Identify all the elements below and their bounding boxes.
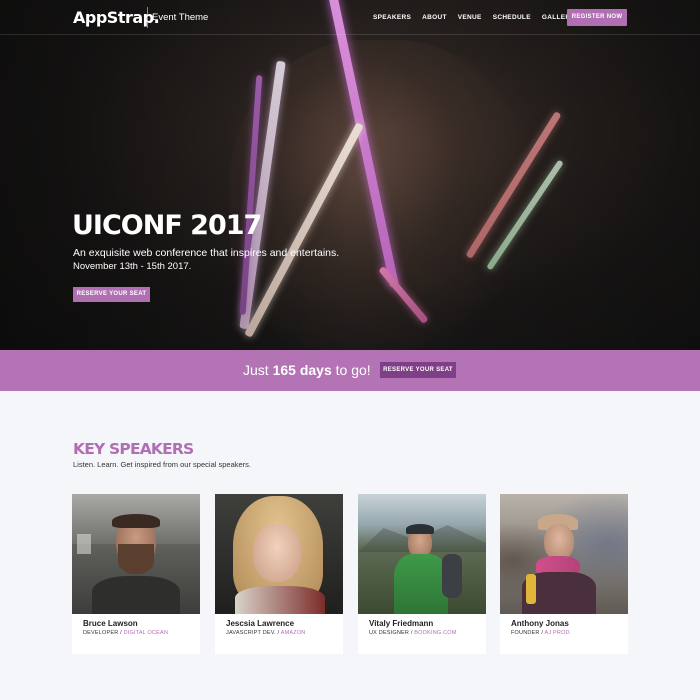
speaker-name: Bruce Lawson bbox=[83, 619, 138, 628]
speaker-card[interactable]: Jescsia Lawrence JAVASCRIPT DEV. / AMAZO… bbox=[215, 494, 343, 654]
countdown-bar: Just 165 days to go! bbox=[0, 350, 700, 391]
speaker-photo bbox=[72, 494, 200, 614]
speaker-company-link[interactable]: AMAZON bbox=[281, 630, 306, 636]
nav-link-speakers[interactable]: SPEAKERS bbox=[373, 14, 411, 21]
speaker-name: Vitaly Friedmann bbox=[369, 619, 434, 628]
speaker-photo bbox=[215, 494, 343, 614]
nav-link-venue[interactable]: VENUE bbox=[458, 14, 482, 21]
nav-links: SPEAKERS ABOUT VENUE SCHEDULE GALLERY bbox=[373, 14, 586, 21]
speaker-role: UX DESIGNER / BOOKING.COM bbox=[369, 630, 457, 636]
speaker-role: FOUNDER / AJ PROD. bbox=[511, 630, 571, 636]
speaker-title: DEVELOPER / bbox=[83, 630, 124, 636]
speaker-title: JAVASCRIPT DEV. / bbox=[226, 630, 281, 636]
countdown-reserve-button[interactable]: RESERVE YOUR SEAT bbox=[380, 362, 456, 378]
brand-subtitle: Event Theme bbox=[152, 12, 209, 23]
speaker-card[interactable]: Bruce Lawson DEVELOPER / DIGITAL OCEAN bbox=[72, 494, 200, 654]
speaker-company-link[interactable]: DIGITAL OCEAN bbox=[124, 630, 168, 636]
speaker-photo bbox=[500, 494, 628, 614]
top-navbar: AppStrap. Event Theme SPEAKERS ABOUT VEN… bbox=[0, 0, 700, 35]
speaker-photo bbox=[358, 494, 486, 614]
speakers-title: KEY SPEAKERS bbox=[73, 440, 194, 458]
speaker-name: Jescsia Lawrence bbox=[226, 619, 295, 628]
speaker-card[interactable]: Anthony Jonas FOUNDER / AJ PROD. bbox=[500, 494, 628, 654]
hero-subtitle: An exquisite web conference that inspire… bbox=[73, 247, 340, 259]
hero-title: UICONF 2017 bbox=[72, 210, 262, 241]
countdown-suffix: to go! bbox=[335, 362, 371, 378]
speaker-title: FOUNDER / bbox=[511, 630, 545, 636]
speakers-subtitle: Listen. Learn. Get inspired from our spe… bbox=[73, 460, 252, 469]
nav-link-about[interactable]: ABOUT bbox=[422, 14, 447, 21]
speaker-company-link[interactable]: AJ PROD. bbox=[544, 630, 571, 636]
nav-link-schedule[interactable]: SCHEDULE bbox=[493, 14, 531, 21]
brand-divider bbox=[147, 7, 148, 28]
speaker-company-link[interactable]: BOOKING.COM bbox=[414, 630, 456, 636]
countdown-prefix: Just bbox=[243, 362, 269, 378]
register-now-button[interactable]: REGISTER NOW bbox=[567, 9, 627, 26]
countdown-days: 165 days bbox=[272, 362, 332, 378]
countdown-text: Just 165 days to go! bbox=[243, 362, 371, 378]
hero-dates: November 13th - 15th 2017. bbox=[73, 261, 192, 272]
speaker-title: UX DESIGNER / bbox=[369, 630, 415, 636]
speaker-role: JAVASCRIPT DEV. / AMAZON bbox=[226, 630, 305, 636]
speaker-card[interactable]: Vitaly Friedmann UX DESIGNER / BOOKING.C… bbox=[358, 494, 486, 654]
speaker-role: DEVELOPER / DIGITAL OCEAN bbox=[83, 630, 168, 636]
hero-reserve-button[interactable]: RESERVE YOUR SEAT bbox=[73, 287, 150, 302]
speaker-name: Anthony Jonas bbox=[511, 619, 569, 628]
